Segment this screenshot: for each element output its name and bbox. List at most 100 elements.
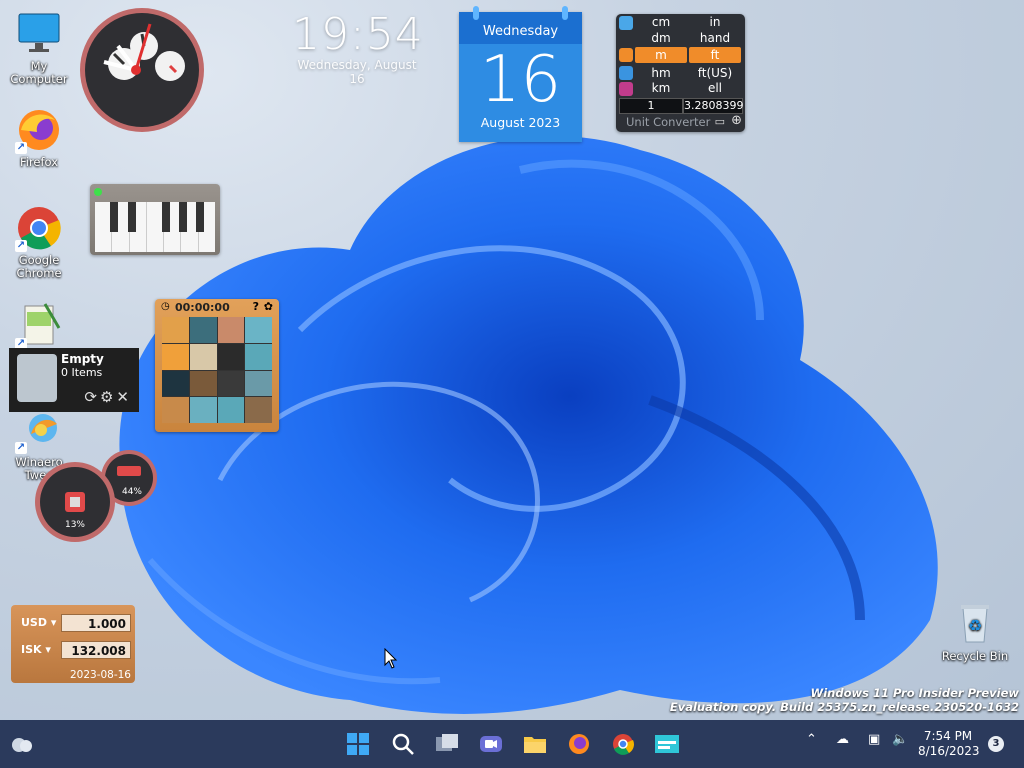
winaero-icon: ↗ <box>15 406 63 454</box>
calendar-ring <box>562 6 568 20</box>
analog-clock-gadget[interactable] <box>78 6 206 138</box>
unit-to: hand <box>699 31 731 45</box>
recycle-bin-gadget: Empty 0 Items ⟳ ⚙ ✕ <box>9 348 139 412</box>
recycle-status: Empty <box>61 352 104 366</box>
from-currency-select[interactable]: USD ▾ <box>21 616 56 629</box>
clock-time: 19:54 <box>292 9 424 60</box>
teams-meet-icon[interactable] <box>477 730 505 758</box>
unit-row[interactable]: dm hand <box>634 30 742 46</box>
unit-to: ft <box>689 47 741 63</box>
black-key[interactable] <box>179 202 187 232</box>
black-key[interactable] <box>128 202 136 232</box>
monitor-icon <box>15 10 63 58</box>
black-key[interactable] <box>196 202 204 232</box>
recycle-item-count: 0 Items <box>61 366 103 379</box>
container-icon[interactable] <box>619 66 633 80</box>
desktop-icon-label: Recycle Bin <box>941 649 1009 663</box>
network-icon[interactable]: ▣ <box>868 732 880 747</box>
unit-from: m <box>635 47 687 63</box>
comment-icon[interactable]: ▭ <box>715 115 725 128</box>
taskbar-clock[interactable]: 7:54 PM 8/16/2023 <box>918 729 980 759</box>
close-icon[interactable]: ✕ <box>116 388 129 406</box>
notepad-icon: ↗ <box>15 302 63 350</box>
puzzle-gadget[interactable]: ◷ 00:00:00 ? ✿ <box>155 299 279 432</box>
volume-icon[interactable]: 🔈 <box>892 732 908 747</box>
desktop-icon-firefox[interactable]: ↗ Firefox <box>1 106 77 169</box>
help-icon[interactable]: ? <box>253 300 259 313</box>
taskbar: ⌃ ☁ ▣ 🔈 <box>0 720 1024 768</box>
chrome-taskbar-icon[interactable] <box>609 730 637 758</box>
thermometer-icon[interactable] <box>619 16 633 30</box>
svg-text:♻: ♻ <box>968 616 982 635</box>
black-key[interactable] <box>110 202 118 232</box>
cpu-percent: 13% <box>64 520 85 530</box>
shortcut-arrow-icon: ↗ <box>15 142 27 154</box>
piano-gadget[interactable] <box>90 184 220 255</box>
desktop-icon-chrome[interactable]: ↗ Google Chrome <box>1 204 77 280</box>
watermark-line: Evaluation copy. Build 25375.zn_release.… <box>669 700 1019 714</box>
unit-row[interactable]: hm ft(US) <box>634 65 742 81</box>
ruler-icon[interactable] <box>619 48 633 62</box>
to-amount-input[interactable]: 132.008 <box>61 641 131 659</box>
cpu-meter-gadget[interactable]: 13% <box>35 462 115 542</box>
desktop-icon-label: Firefox <box>19 155 59 169</box>
taskbar-time: 7:54 PM <box>923 729 973 743</box>
start-button[interactable] <box>344 730 372 758</box>
to-currency-select[interactable]: ISK ▾ <box>21 643 51 656</box>
from-amount-input[interactable]: 1.000 <box>61 614 131 632</box>
chevron-down-icon: ▾ <box>45 643 51 656</box>
evaluation-watermark: Windows 11 Pro Insider Preview Evaluatio… <box>670 686 1019 714</box>
unit-row-selected[interactable]: m ft <box>634 47 742 63</box>
unit-output[interactable]: 3.2808399 <box>683 98 744 114</box>
shuffle-icon[interactable]: ✿ <box>264 300 273 313</box>
puzzle-timer: 00:00:00 <box>175 301 230 314</box>
shortcut-arrow-icon: ↗ <box>15 240 27 252</box>
desktop-icon-recycle-bin[interactable]: ♻ Recycle Bin <box>937 600 1013 663</box>
unit-converter-title: Unit Converter <box>626 115 711 129</box>
firefox-taskbar-icon[interactable] <box>565 730 593 758</box>
desktop-icon-label: Google Chrome <box>16 253 62 280</box>
unit-from: hm <box>651 66 671 80</box>
calendar-day: 16 <box>479 43 562 117</box>
puzzle-grid[interactable] <box>162 317 272 423</box>
clock-date: Wednesday, August 16 <box>297 58 417 86</box>
file-explorer-icon[interactable] <box>521 730 549 758</box>
calendar-widget[interactable]: Wednesday 16 August 2023 <box>459 6 582 142</box>
chrome-icon: ↗ <box>15 204 63 252</box>
task-view-icon[interactable] <box>433 730 461 758</box>
cloud-offline-icon[interactable]: ☁ <box>836 732 849 747</box>
watermark-line: Windows 11 Pro Insider Preview <box>810 686 1019 700</box>
gear-icon[interactable]: ⚙ <box>100 388 113 406</box>
currency-converter-gadget: USD ▾ 1.000 ISK ▾ 132.008 2023-08-16 <box>11 605 135 683</box>
from-currency-code: USD <box>21 616 47 629</box>
digital-clock-widget: 19:54 Wednesday, August 16 <box>292 9 424 87</box>
mouse-cursor-icon <box>384 648 398 669</box>
calendar-month-year: August 2023 <box>480 115 561 130</box>
unit-from: cm <box>651 15 671 29</box>
recycle-bin-icon <box>17 354 57 402</box>
shapes-icon[interactable] <box>619 82 633 96</box>
taskbar-date: 8/16/2023 <box>918 744 980 758</box>
firefox-icon: ↗ <box>15 106 63 154</box>
weather-icon[interactable] <box>8 730 36 758</box>
chevron-down-icon: ▾ <box>50 616 57 629</box>
search-icon[interactable] <box>389 730 417 758</box>
notification-badge[interactable]: 3 <box>988 736 1004 752</box>
desktop-icon-notepad[interactable]: ↗ <box>1 302 77 352</box>
desktop: My Computer ↗ Firefox ↗ Google Chrome ↗ … <box>0 0 1024 720</box>
unit-input[interactable]: 1 <box>619 98 683 114</box>
chevron-up-icon[interactable]: ⌃ <box>806 732 817 747</box>
recycle-bin-icon: ♻ <box>951 600 999 648</box>
app-window-icon[interactable] <box>653 730 681 758</box>
currency-date: 2023-08-16 <box>69 669 131 681</box>
desktop-icon-my-computer[interactable]: My Computer <box>1 10 77 86</box>
unit-from: dm <box>651 31 671 45</box>
to-currency-code: ISK <box>21 643 42 656</box>
unit-row[interactable]: cm in <box>634 14 742 30</box>
calendar-ring <box>473 6 479 20</box>
unit-row[interactable]: km ell <box>634 80 742 96</box>
refresh-icon[interactable]: ⟳ <box>84 388 97 406</box>
add-icon[interactable]: ⊕ <box>731 113 742 128</box>
unit-converter-widget: cm in dm hand m ft hm ft(US) km ell 1 3.… <box>616 14 745 132</box>
black-key[interactable] <box>162 202 170 232</box>
